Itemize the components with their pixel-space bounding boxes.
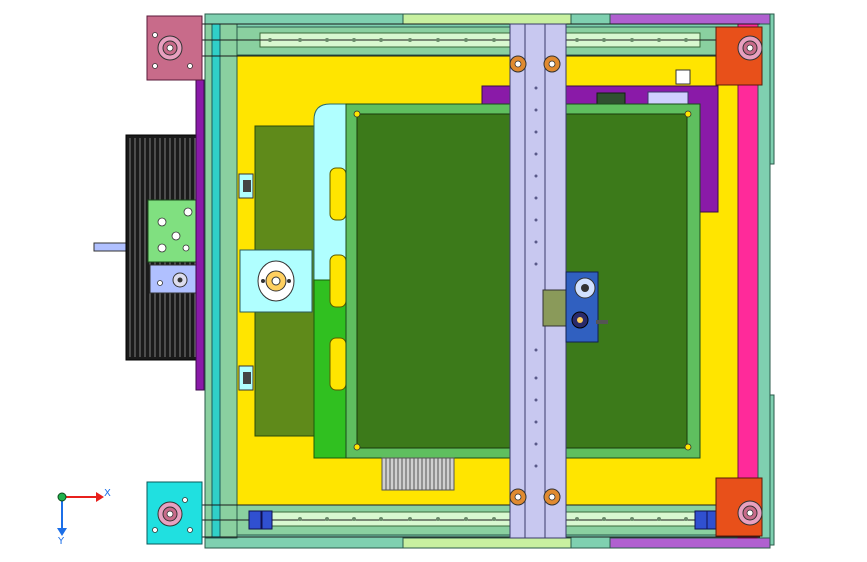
coordinate-triad: X Y bbox=[57, 488, 111, 547]
corner-idler-top-right bbox=[715, 26, 763, 86]
cad-viewport[interactable]: X Y bbox=[0, 0, 867, 562]
right-rail-group bbox=[737, 13, 775, 546]
x-axis-label: X bbox=[104, 488, 111, 499]
leadscrew-nut-bracket bbox=[239, 249, 313, 313]
x-gantry-beam bbox=[509, 23, 567, 539]
top-linear-rail bbox=[170, 23, 760, 57]
left-beam-group bbox=[204, 23, 238, 539]
filament-spool bbox=[93, 79, 205, 391]
corner-idler-bottom-right bbox=[715, 477, 763, 537]
corner-motor-bottom-left bbox=[146, 481, 203, 545]
bed-side-panel bbox=[313, 103, 347, 459]
bottom-linear-rail bbox=[170, 504, 760, 538]
heatsink-fins bbox=[381, 457, 455, 491]
corner-motor-top-left bbox=[146, 15, 203, 81]
y-axis-label: Y bbox=[57, 536, 65, 547]
